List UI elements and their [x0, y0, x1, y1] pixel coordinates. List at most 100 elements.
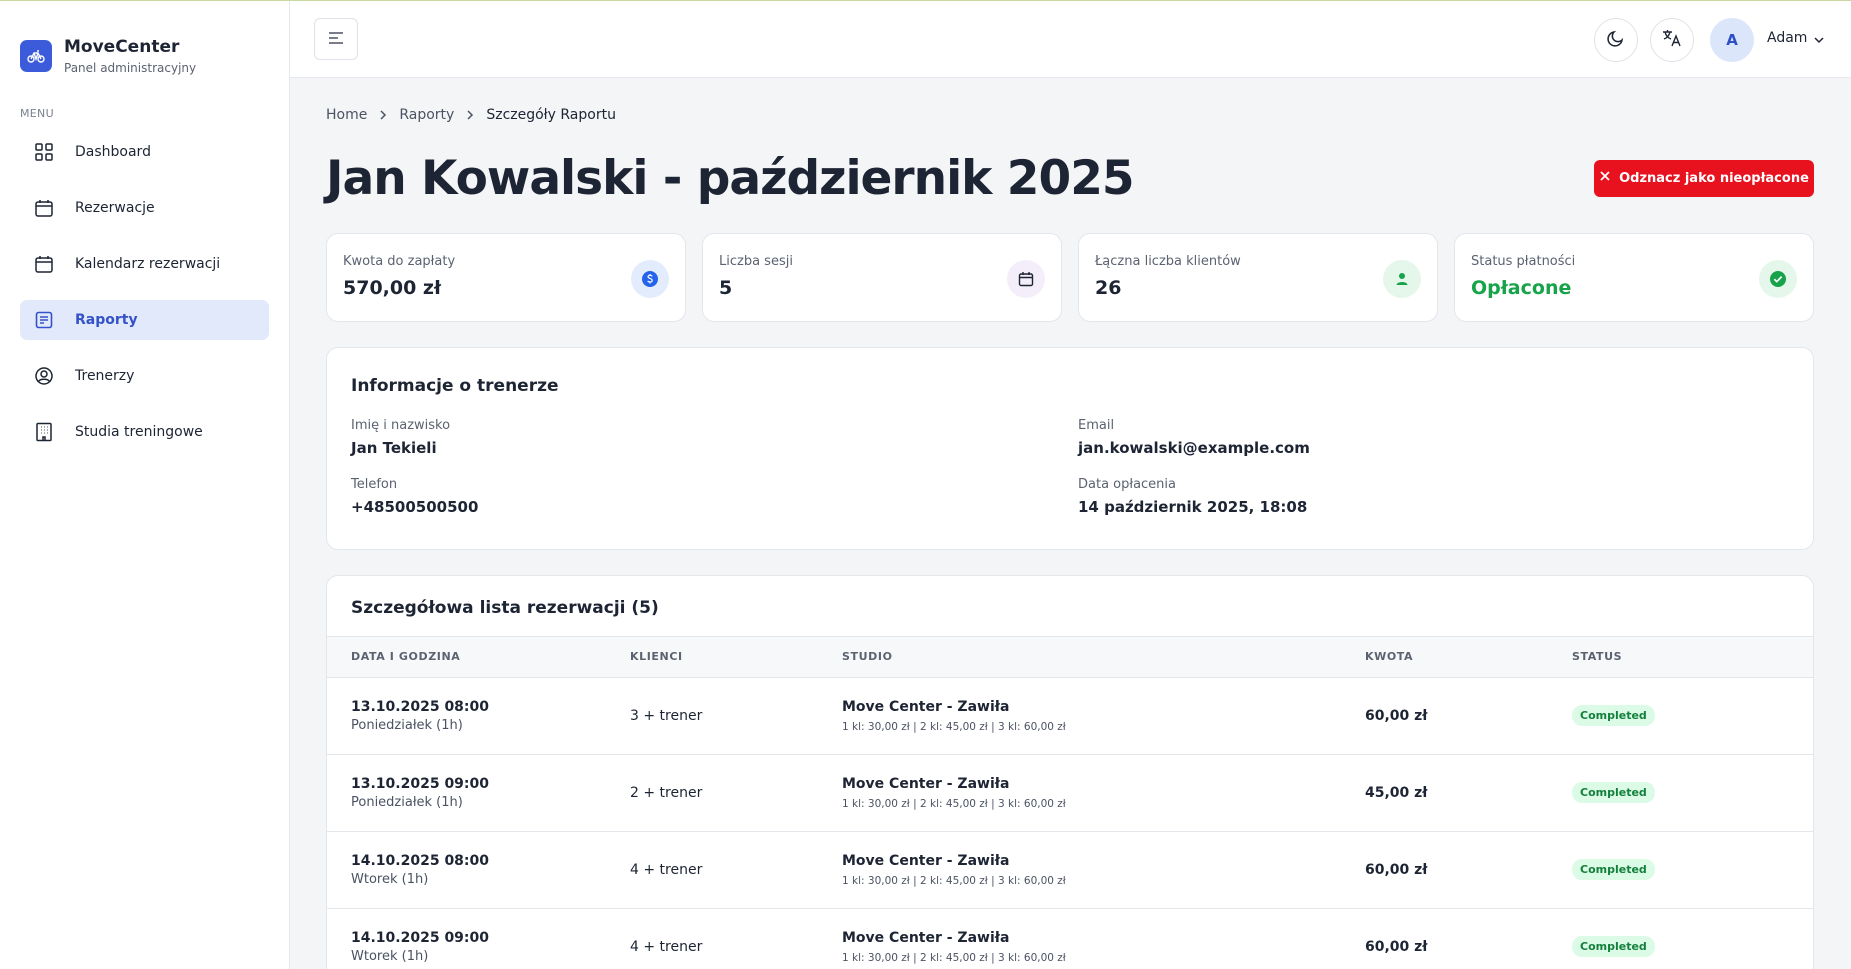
breadcrumb: Home Raporty Szczegóły Raportu: [326, 107, 1814, 123]
stat-value: 26: [1095, 277, 1122, 299]
column-header[interactable]: KWOTA: [1365, 637, 1572, 678]
language-button[interactable]: [1650, 18, 1694, 62]
trainer-info-card: Informacje o trenerze Imię i nazwisko Ja…: [326, 347, 1814, 550]
info-label: Data opłacenia: [1078, 477, 1177, 492]
user-name[interactable]: Adam: [1767, 30, 1807, 46]
table-row[interactable]: 14.10.2025 09:00 Wtorek (1h) 4 + trener M…: [327, 908, 1813, 969]
column-header[interactable]: STUDIO: [842, 637, 1365, 678]
table-header-row: DATA I GODZINA KLIENCI STUDIO KWOTA STAT…: [327, 637, 1813, 678]
calendar-icon: [33, 197, 55, 219]
calendar-icon: [33, 253, 55, 275]
table-row[interactable]: 14.10.2025 08:00 Wtorek (1h) 4 + trener M…: [327, 831, 1813, 909]
table-row[interactable]: 13.10.2025 08:00 Poniedziałek (1h) 3 + tr…: [327, 677, 1813, 755]
sidebar-item-label: Dashboard: [75, 144, 151, 160]
row-clients: 2 + trener: [630, 754, 842, 832]
stat-label: Liczba sesji: [719, 254, 793, 269]
row-studio: Move Center - Zawiła: [842, 775, 1010, 792]
sidebar-item-trenerzy[interactable]: Trenerzy: [20, 356, 269, 396]
info-value: +48500500500: [351, 498, 479, 516]
dark-mode-button[interactable]: [1594, 18, 1638, 62]
breadcrumb-home[interactable]: Home: [326, 107, 367, 123]
stat-card-payment-status: Status płatności Opłacone: [1454, 233, 1814, 322]
mark-unpaid-button[interactable]: Odznacz jako nieopłacone: [1594, 159, 1814, 197]
row-day: Poniedziałek (1h): [351, 794, 463, 810]
brand-subtitle: Panel administracyjny: [64, 61, 197, 75]
info-value: jan.kowalski@example.com: [1078, 439, 1310, 457]
sidebar-item-label: Kalendarz rezerwacji: [75, 256, 221, 272]
info-label: Imię i nazwisko: [351, 418, 451, 433]
status-badge: Completed: [1572, 859, 1655, 880]
row-prices: 1 kl: 30,00 zł | 2 kl: 45,00 zł | 3 kl: …: [842, 874, 1066, 887]
row-amount: 60,00 zł: [1365, 677, 1572, 755]
sidebar-item-kalendarz[interactable]: Kalendarz rezerwacji: [20, 244, 269, 284]
table-row[interactable]: 13.10.2025 09:00 Poniedziałek (1h) 2 + tr…: [327, 754, 1813, 832]
brand-title: MoveCenter: [64, 37, 180, 57]
info-label: Telefon: [351, 477, 398, 492]
page-title: Jan Kowalski - październik 2025: [326, 150, 1135, 206]
grid-icon: [33, 141, 55, 163]
breadcrumb-raporty[interactable]: Raporty: [399, 107, 454, 123]
stat-card-amount: Kwota do zapłaty 570,00 zł: [326, 233, 686, 322]
row-date: 14.10.2025 08:00: [351, 852, 490, 869]
sidebar-item-dashboard[interactable]: Dashboard: [20, 132, 269, 172]
check-circle-icon: [1759, 260, 1797, 298]
stats-row: Kwota do zapłaty 570,00 zł Liczba sesji …: [326, 233, 1814, 322]
building-icon: [33, 421, 55, 443]
chevron-right-icon: [378, 110, 388, 120]
sidebar-item-label: Trenerzy: [75, 368, 135, 384]
row-day: Poniedziałek (1h): [351, 717, 463, 733]
row-date: 13.10.2025 08:00: [351, 698, 490, 715]
chevron-right-icon: [465, 110, 475, 120]
column-header[interactable]: DATA I GODZINA: [327, 637, 630, 678]
reservations-table: DATA I GODZINA KLIENCI STUDIO KWOTA STAT…: [327, 637, 1813, 969]
reservations-card: Szczegółowa lista rezerwacji (5) DATA I …: [326, 575, 1814, 969]
sidebar-nav: Dashboard Rezerwacje Kalendarz rezerwacj…: [0, 132, 289, 452]
stat-label: Łączna liczba klientów: [1095, 254, 1241, 269]
topbar: A Adam: [290, 1, 1851, 78]
title-row: Jan Kowalski - październik 2025 Odznacz …: [326, 143, 1814, 213]
row-clients: 3 + trener: [630, 677, 842, 755]
dollar-icon: [631, 260, 669, 298]
sidebar-item-label: Studia treningowe: [75, 424, 203, 440]
row-date: 14.10.2025 09:00: [351, 929, 490, 946]
info-value: 14 październik 2025, 18:08: [1078, 498, 1308, 516]
sidebar-item-studia[interactable]: Studia treningowe: [20, 412, 269, 452]
column-header[interactable]: KLIENCI: [630, 637, 842, 678]
row-clients: 4 + trener: [630, 831, 842, 909]
info-paid-date: Data opłacenia 14 październik 2025, 18:0…: [1078, 477, 1678, 516]
status-badge: Completed: [1572, 936, 1655, 957]
card-title: Szczegółowa lista rezerwacji (5): [351, 598, 659, 618]
stat-label: Status płatności: [1471, 254, 1576, 269]
menu-toggle-button[interactable]: [314, 18, 358, 60]
close-icon: [1599, 170, 1619, 186]
calendar-icon: [1007, 260, 1045, 298]
sidebar-item-raporty[interactable]: Raporty: [20, 300, 269, 340]
stat-label: Kwota do zapłaty: [343, 254, 456, 269]
avatar[interactable]: A: [1710, 18, 1754, 62]
card-title: Informacje o trenerze: [351, 376, 559, 396]
row-studio: Move Center - Zawiła: [842, 929, 1010, 946]
info-label: Email: [1078, 418, 1115, 433]
mark-unpaid-label: Odznacz jako nieopłacone: [1619, 170, 1809, 186]
row-amount: 60,00 zł: [1365, 831, 1572, 909]
column-header[interactable]: STATUS: [1572, 637, 1813, 678]
row-studio: Move Center - Zawiła: [842, 852, 1010, 869]
row-amount: 45,00 zł: [1365, 754, 1572, 832]
trainer-info-grid: Imię i nazwisko Jan Tekieli Email jan.ko…: [351, 418, 1789, 516]
row-day: Wtorek (1h): [351, 871, 429, 887]
stat-value: 5: [719, 277, 733, 299]
sidebar-item-label: Rezerwacje: [75, 200, 155, 216]
stat-card-sessions: Liczba sesji 5: [702, 233, 1062, 322]
info-name: Imię i nazwisko Jan Tekieli: [351, 418, 1078, 457]
row-prices: 1 kl: 30,00 zł | 2 kl: 45,00 zł | 3 kl: …: [842, 720, 1066, 733]
info-value: Jan Tekieli: [351, 439, 437, 457]
sidebar-item-rezerwacje[interactable]: Rezerwacje: [20, 188, 269, 228]
chevron-down-icon[interactable]: [1813, 31, 1825, 50]
row-date: 13.10.2025 09:00: [351, 775, 490, 792]
brand[interactable]: MoveCenter Panel administracyjny: [0, 1, 289, 75]
stat-card-clients: Łączna liczba klientów 26: [1078, 233, 1438, 322]
report-icon: [33, 309, 55, 331]
main-content: Home Raporty Szczegóły Raportu Jan Kowal…: [326, 78, 1814, 969]
row-amount: 60,00 zł: [1365, 908, 1572, 969]
menu-icon: [328, 30, 344, 49]
